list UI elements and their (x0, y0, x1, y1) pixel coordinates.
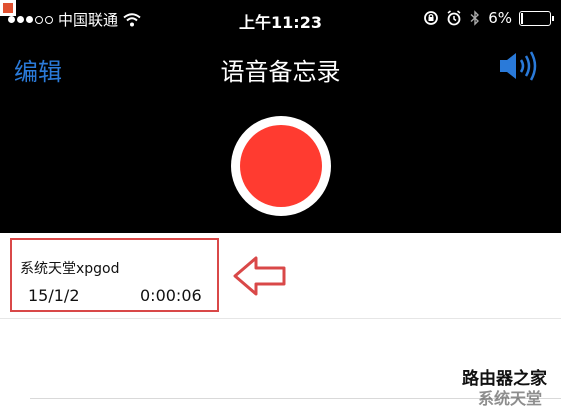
rotation-lock-icon (424, 11, 439, 25)
recorder-panel: 中国联通 上午11:23 6% 语音备忘录 编辑 (0, 0, 561, 233)
record-icon (240, 125, 322, 207)
memo-date: 15/1/2 (28, 286, 80, 305)
status-bar: 中国联通 上午11:23 6% (0, 0, 561, 36)
page-title: 语音备忘录 (220, 58, 341, 86)
record-button[interactable] (231, 116, 331, 216)
svg-text:路由器之家: 路由器之家 (462, 368, 547, 389)
memo-name: 系统天堂xpgod (20, 261, 120, 277)
left-arrow-annotation-icon (233, 256, 286, 296)
speaker-icon[interactable] (497, 48, 541, 84)
bluetooth-icon (470, 10, 480, 26)
row-divider (0, 318, 561, 319)
memo-duration: 0:00:06 (140, 286, 202, 305)
svg-text:系统天堂: 系统天堂 (478, 389, 542, 408)
alarm-icon (447, 10, 461, 26)
edit-button[interactable]: 编辑 (14, 52, 62, 87)
battery-icon (519, 10, 554, 26)
battery-percent: 6% (488, 9, 512, 27)
memo-list-item[interactable]: 系统天堂xpgod 15/1/2 0:00:06 (10, 238, 219, 312)
watermark-logo: 路由器之家 系统天堂 (462, 368, 547, 408)
